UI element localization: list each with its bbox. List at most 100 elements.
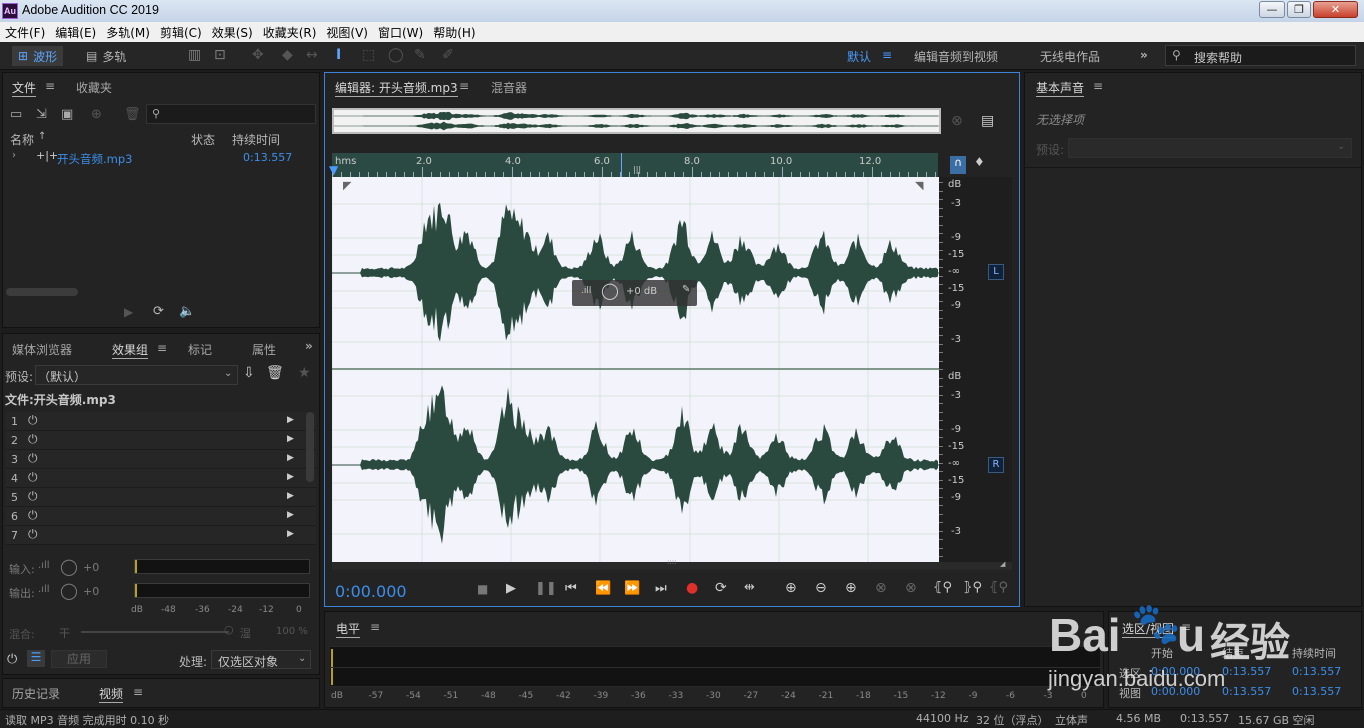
time-selection-tool-icon[interactable]: I — [336, 47, 341, 63]
spectral-pitch-icon[interactable]: ⊡ — [214, 47, 226, 63]
save-preset-icon[interactable]: ⇩ — [243, 365, 255, 381]
stop-icon[interactable]: ■ — [477, 582, 488, 596]
zoom-in-amplitude-icon[interactable]: ⊕ — [785, 580, 797, 596]
files-search-input[interactable]: ⚲ — [146, 104, 316, 124]
overview-navigator[interactable] — [332, 108, 941, 134]
rewind-icon[interactable]: ⏪ — [595, 581, 611, 596]
tab-media-browser[interactable]: 媒体浏览器 — [12, 341, 72, 358]
mix-slider-handle-icon[interactable]: ○ — [224, 623, 234, 636]
menu-view[interactable]: 视图(V) — [321, 24, 373, 41]
zoom-navigator-icon[interactable]: ⊗ — [951, 113, 963, 129]
power-icon[interactable]: ⏻ — [28, 470, 38, 485]
mix-slider[interactable] — [81, 631, 229, 633]
column-status[interactable]: 状态 — [191, 131, 215, 148]
menu-effects[interactable]: 效果(S) — [207, 24, 258, 41]
menu-multitrack[interactable]: 多轨(M) — [101, 24, 155, 41]
menu-favorites[interactable]: 收藏夹(R) — [258, 24, 322, 41]
zoom-in-time-icon[interactable]: ⊕ — [845, 580, 857, 596]
input-knob-icon[interactable]: ◯ — [60, 557, 78, 576]
menu-edit[interactable]: 编辑(E) — [50, 24, 101, 41]
maximize-button[interactable]: ❐ — [1287, 1, 1311, 18]
spot-healing-tool-icon[interactable]: ✐ — [442, 47, 454, 63]
slot-arrow-icon[interactable]: ▶ — [287, 453, 294, 463]
menu-help[interactable]: 帮助(H) — [428, 24, 480, 41]
file-row[interactable]: › +|+ 开头音频.mp3 0:13.557 — [6, 147, 316, 167]
tab-mixer[interactable]: 混音器 — [491, 79, 527, 96]
tab-markers[interactable]: 标记 — [188, 341, 212, 358]
effects-panel-menu-icon[interactable]: ≡ — [157, 341, 167, 355]
fast-forward-icon[interactable]: ⏩ — [624, 581, 640, 596]
essential-preset-dropdown[interactable]: ⌄ — [1068, 138, 1352, 158]
close-button[interactable]: ✕ — [1313, 1, 1358, 18]
zoom-out-full-icon[interactable]: ⊗ — [875, 580, 887, 596]
snap-magnet-icon[interactable]: ∩ — [950, 156, 966, 174]
tab-history[interactable]: 历史记录 — [12, 685, 60, 702]
menu-clip[interactable]: 剪辑(C) — [155, 24, 207, 41]
editor-panel-menu-icon[interactable]: ≡ — [459, 79, 469, 93]
hud-knob-icon[interactable]: ◯ — [601, 281, 619, 300]
essential-sound-menu-icon[interactable]: ≡ — [1093, 79, 1103, 93]
tab-editor[interactable]: 编辑器: 开头音频.mp3 — [335, 79, 458, 97]
favorite-star-icon[interactable]: ★ — [298, 365, 311, 381]
power-icon[interactable]: ⏻ — [28, 451, 38, 466]
slip-tool-icon[interactable]: ↔ — [306, 47, 318, 63]
power-icon[interactable]: ⏻ — [28, 508, 38, 523]
slot-arrow-icon[interactable]: ▶ — [287, 529, 294, 539]
brush-tool-icon[interactable]: ✎ — [414, 47, 426, 63]
channel-right-toggle[interactable]: R — [988, 457, 1004, 473]
slot-arrow-icon[interactable]: ▶ — [287, 491, 294, 501]
new-file-icon[interactable]: ▣ — [61, 107, 73, 122]
essential-sound-title[interactable]: 基本声音 — [1036, 79, 1085, 97]
power-icon[interactable]: ⏻ — [28, 527, 38, 542]
horizontal-zoom-scrollbar[interactable]: :::: ◢ — [332, 558, 1012, 570]
move-tool-icon[interactable]: ✥ — [252, 47, 264, 63]
skip-selection-icon[interactable]: ⇹ — [744, 580, 755, 595]
fade-in-handle-icon[interactable]: ◤ — [343, 179, 351, 192]
video-panel-menu-icon[interactable]: ≡ — [133, 685, 143, 699]
timecode-display[interactable]: 0:00.000 — [335, 582, 407, 601]
scroll-grip-icon[interactable]: ||| — [633, 165, 641, 174]
gain-hud[interactable]: .ıll ◯ +0 dB ✎ — [572, 280, 697, 306]
tab-effects-rack[interactable]: 效果组 — [112, 341, 149, 359]
slot-arrow-icon[interactable]: ▶ — [287, 434, 294, 444]
marker-pin-icon[interactable]: ♦ — [974, 155, 985, 169]
auto-play-icon[interactable]: 🔈 — [179, 304, 195, 319]
resize-corner-icon[interactable]: ◢ — [1000, 560, 1005, 568]
hud-pin-icon[interactable]: ✎ — [682, 284, 690, 295]
slots-scrollbar[interactable] — [306, 412, 314, 482]
timeline-ruler[interactable]: hms 2.0 4.0 6.0 8.0 10.0 12.0 ||| — [332, 153, 938, 177]
waveform-view-menu-icon[interactable]: ▤ — [981, 113, 994, 129]
import-file-icon[interactable]: ⇲ — [36, 107, 47, 122]
show-list-icon[interactable]: ☰ — [27, 650, 45, 667]
expand-chevron-icon[interactable]: › — [12, 150, 16, 161]
files-horizontal-scrollbar[interactable] — [6, 288, 78, 296]
loop-preview-icon[interactable]: ⟳ — [153, 304, 164, 319]
skip-to-end-icon[interactable]: ⏭ — [655, 581, 667, 596]
effect-slot[interactable]: 3 ⏻ ▶ — [6, 450, 316, 469]
slot-arrow-icon[interactable]: ▶ — [287, 472, 294, 482]
delete-file-icon[interactable]: 🗑 — [124, 107, 141, 122]
zoom-selection-icon[interactable]: ⦃⚲ — [933, 580, 952, 595]
column-duration[interactable]: 持续时间 — [232, 131, 280, 148]
more-tabs-icon[interactable]: » — [305, 339, 313, 353]
slot-arrow-icon[interactable]: ▶ — [287, 415, 294, 425]
search-help-field[interactable]: ⚲ 搜索帮助 — [1165, 45, 1356, 66]
menu-window[interactable]: 窗口(W) — [373, 24, 428, 41]
razor-tool-icon[interactable]: ◆ — [282, 47, 293, 63]
tab-properties[interactable]: 属性 — [252, 341, 276, 358]
tab-files[interactable]: 文件 — [12, 79, 37, 97]
effect-slot[interactable]: 6 ⏻ ▶ — [6, 507, 316, 526]
fade-out-handle-icon[interactable]: ◥ — [915, 179, 923, 192]
effect-slot[interactable]: 4 ⏻ ▶ — [6, 469, 316, 488]
insert-into-multitrack-icon[interactable]: ⊕ — [91, 107, 102, 122]
lasso-tool-icon[interactable]: ◯ — [388, 47, 404, 63]
process-dropdown[interactable]: 仅选区对象 ⌄ — [211, 650, 311, 669]
levels-title[interactable]: 电平 — [336, 620, 361, 638]
workspace-edit-audio-to-video[interactable]: 编辑音频到视频 — [914, 48, 998, 65]
minimize-button[interactable]: — — [1259, 1, 1285, 18]
menu-file[interactable]: 文件(F) — [0, 24, 50, 41]
rack-power-icon[interactable]: ⏻ — [7, 652, 17, 667]
pause-icon[interactable]: ❚❚ — [535, 581, 557, 596]
workspace-menu-icon[interactable]: ≡ — [882, 48, 892, 62]
zoom-out-amplitude-icon[interactable]: ⊖ — [815, 580, 827, 596]
